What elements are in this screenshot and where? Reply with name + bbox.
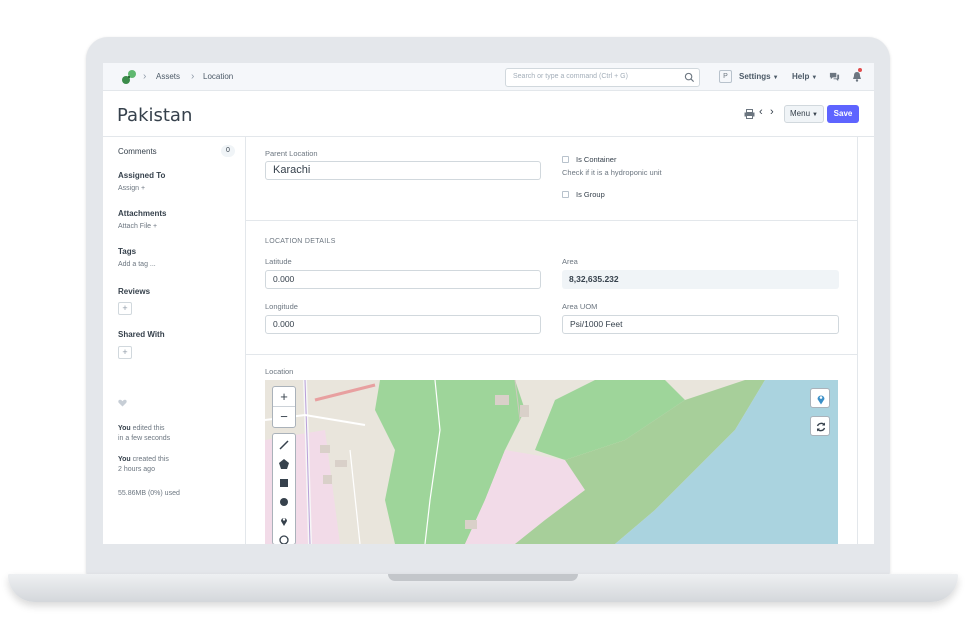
breadcrumb-assets[interactable]: Assets xyxy=(156,72,180,81)
draw-marker-icon[interactable] xyxy=(278,515,290,527)
parent-location-input[interactable]: Karachi xyxy=(265,161,541,180)
menu-label: Menu xyxy=(790,109,811,118)
help-dropdown[interactable]: Help ▼ xyxy=(792,72,817,81)
is-container-checkbox[interactable] xyxy=(562,156,569,163)
is-group-label: Is Group xyxy=(576,190,605,199)
activity-who: You xyxy=(118,425,131,432)
location-map[interactable]: + − xyxy=(265,380,838,544)
assigned-to-label: Assigned To xyxy=(118,171,166,180)
latitude-label: Latitude xyxy=(265,257,292,266)
navbar: › Assets › Location Search or type a com… xyxy=(103,63,874,91)
search-input[interactable]: Search or type a command (Ctrl + G) xyxy=(505,68,700,87)
add-share-button[interactable]: + xyxy=(118,346,132,359)
map-pin-icon xyxy=(817,395,825,405)
map-draw-toolbar xyxy=(272,433,296,544)
user-avatar[interactable]: P xyxy=(719,70,732,83)
attachments-label: Attachments xyxy=(118,209,167,218)
is-container-help: Check if it is a hydroponic unit xyxy=(562,168,662,177)
draw-polygon-icon[interactable] xyxy=(278,458,290,470)
laptop-base xyxy=(8,574,958,602)
zoom-out-button[interactable]: − xyxy=(273,407,295,427)
previous-record-icon[interactable]: ‹ xyxy=(759,106,763,118)
draw-rectangle-icon[interactable] xyxy=(278,477,290,489)
section-divider xyxy=(246,354,858,355)
section-divider xyxy=(246,220,858,221)
save-button[interactable]: Save xyxy=(827,105,859,123)
attach-file-link[interactable]: Attach File + xyxy=(118,223,157,230)
longitude-input[interactable]: 0.000 xyxy=(265,315,541,334)
notification-bell-icon[interactable] xyxy=(852,71,862,82)
area-uom-label: Area UOM xyxy=(562,302,598,311)
menu-button[interactable]: Menu ▼ xyxy=(784,105,824,123)
location-details-heading: LOCATION DETAILS xyxy=(265,238,336,245)
area-uom-input[interactable]: Psi/1000 Feet xyxy=(562,315,839,334)
activity-created: You created this 2 hours ago xyxy=(118,455,169,475)
breadcrumb-location[interactable]: Location xyxy=(203,72,233,81)
caret-down-icon: ▼ xyxy=(812,112,818,118)
next-record-icon[interactable]: › xyxy=(770,106,774,118)
search-placeholder: Search or type a command (Ctrl + G) xyxy=(513,73,628,80)
laptop-notch xyxy=(388,574,578,581)
area-value: 8,32,635.232 xyxy=(562,270,839,289)
comments-count-badge: 0 xyxy=(221,145,235,157)
shared-with-label: Shared With xyxy=(118,330,165,339)
page-title: Pakistan xyxy=(117,105,193,126)
breadcrumb-separator-icon: › xyxy=(143,71,147,82)
form-sidebar: Comments 0 Assigned To Assign + Attachme… xyxy=(103,137,246,544)
map-zoom-controls: + − xyxy=(272,386,296,428)
location-label: Location xyxy=(265,367,294,376)
add-review-button[interactable]: + xyxy=(118,302,132,315)
activity-what: created this xyxy=(130,456,169,463)
activity-who: You xyxy=(118,456,131,463)
help-label: Help xyxy=(792,72,810,81)
settings-label: Settings xyxy=(739,72,771,81)
storage-usage: 55.86MB (0%) used xyxy=(118,490,180,497)
activity-when: in a few seconds xyxy=(118,435,171,442)
settings-dropdown[interactable]: Settings ▼ xyxy=(739,72,779,81)
locate-button[interactable] xyxy=(810,388,830,408)
assign-link[interactable]: Assign + xyxy=(118,185,145,192)
search-icon xyxy=(684,72,695,83)
chat-icon[interactable] xyxy=(829,71,840,82)
add-tag-link[interactable]: Add a tag ... xyxy=(118,261,156,268)
notification-indicator xyxy=(858,68,862,72)
draw-polyline-icon[interactable] xyxy=(278,439,290,451)
parent-location-label: Parent Location xyxy=(265,149,318,158)
area-label: Area xyxy=(562,257,578,266)
like-heart-icon[interactable] xyxy=(118,399,127,407)
tags-label: Tags xyxy=(118,247,137,256)
latitude-input[interactable]: 0.000 xyxy=(265,270,541,289)
caret-down-icon: ▼ xyxy=(811,75,818,81)
map-tiles[interactable] xyxy=(265,380,838,544)
caret-down-icon: ▼ xyxy=(772,75,779,81)
refresh-icon xyxy=(816,422,826,432)
activity-what: edited this xyxy=(130,425,165,432)
longitude-label: Longitude xyxy=(265,302,298,311)
refresh-map-button[interactable] xyxy=(810,416,830,436)
print-icon[interactable] xyxy=(744,109,755,119)
breadcrumb-separator-icon: › xyxy=(191,71,195,82)
reviews-label: Reviews xyxy=(118,287,151,296)
app-logo-icon[interactable] xyxy=(121,69,137,85)
zoom-in-button[interactable]: + xyxy=(273,387,295,407)
is-container-label: Is Container xyxy=(576,155,617,164)
activity-edited: You edited this in a few seconds xyxy=(118,424,170,444)
draw-circle-icon[interactable] xyxy=(278,496,290,508)
activity-when: 2 hours ago xyxy=(118,466,155,473)
draw-circlemarker-icon[interactable] xyxy=(278,534,290,544)
comments-label: Comments xyxy=(118,147,157,156)
app-screen: › Assets › Location Search or type a com… xyxy=(103,63,874,544)
is-group-checkbox[interactable] xyxy=(562,191,569,198)
page-header: Pakistan ‹ › Menu ▼ Save xyxy=(103,91,874,137)
